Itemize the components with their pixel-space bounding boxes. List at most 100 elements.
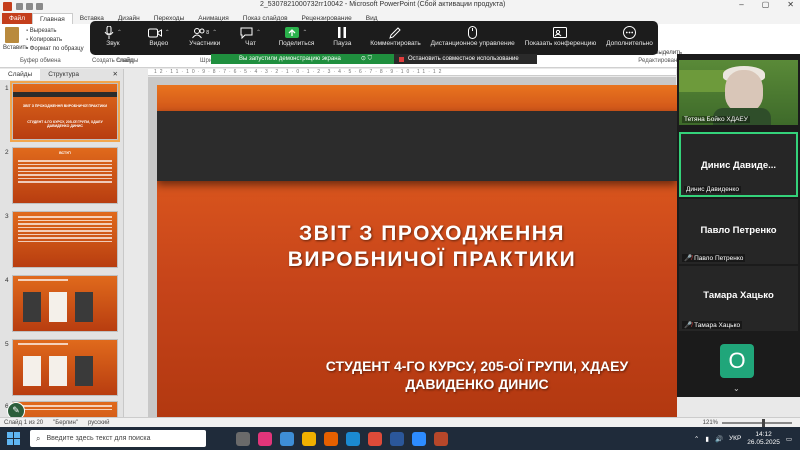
- screen-share-notice: Вы запустили демонстрацию экрана ⊙ ⛉ Ост…: [211, 54, 537, 64]
- muted-mic-icon: 🎤̸: [684, 322, 693, 329]
- video-button[interactable]: ⌃ Видео: [141, 25, 177, 47]
- file-explorer-icon[interactable]: [302, 431, 316, 446]
- sharing-shield-icon: ⊙ ⛉: [360, 56, 373, 62]
- taskbar-search-box[interactable]: ⌕ Введите здесь текст для поиска: [30, 430, 206, 447]
- tab-outline[interactable]: Структура: [40, 69, 87, 80]
- more-icon: [623, 26, 637, 39]
- tray-chevron-icon[interactable]: ⌃: [694, 435, 699, 443]
- paste-button[interactable]: Вставить: [3, 27, 28, 57]
- annotate-button[interactable]: Комментировать: [370, 25, 421, 47]
- annotate-pen-icon: [389, 26, 402, 39]
- volume-icon[interactable]: 🔊: [715, 435, 723, 443]
- slide-thumbnail[interactable]: [12, 401, 118, 417]
- share-button[interactable]: ⌃ Поделиться: [278, 25, 314, 47]
- participant-avatar[interactable]: O: [720, 344, 754, 378]
- current-slide[interactable]: ЗВІТ З ПРОХОДЖЕННЯ ВИРОБНИЧОЇ ПРАКТИКИ С…: [157, 85, 677, 419]
- participant-video-feed: [725, 70, 763, 112]
- slide-counter: Слайд 1 из 20: [4, 419, 44, 426]
- save-icon[interactable]: [16, 2, 23, 10]
- redo-icon[interactable]: [36, 2, 43, 10]
- quick-access-toolbar: [16, 2, 43, 10]
- slide-thumbnail-row[interactable]: 5: [0, 339, 124, 397]
- clipboard-group-label: Буфер обмена: [20, 58, 61, 64]
- zoom-slider[interactable]: [722, 418, 792, 427]
- tab-slides[interactable]: Слайды: [0, 69, 41, 80]
- maximize-button[interactable]: ▢: [762, 0, 770, 9]
- app-icon[interactable]: [258, 431, 272, 446]
- participant-tile[interactable]: Тамара Хацько 🎤̸ Тамара Хацько: [679, 266, 798, 331]
- clipboard-icon: [5, 27, 19, 43]
- task-view-icon[interactable]: [236, 431, 250, 446]
- participants-icon: [192, 27, 205, 38]
- show-meeting-icon: [553, 27, 568, 38]
- video-camera-icon: [147, 28, 162, 37]
- language-indicator[interactable]: русский: [88, 420, 110, 426]
- slide-thumbnail[interactable]: [12, 339, 118, 396]
- audio-button[interactable]: ⌃ Звук: [95, 25, 131, 47]
- participant-tile-active[interactable]: Динис Давиде... Динис Давиденко: [679, 132, 798, 197]
- muted-mic-icon: 🎤̸: [684, 255, 693, 262]
- pause-icon: [338, 27, 347, 38]
- stop-share-button[interactable]: Остановить совместное использование: [394, 54, 537, 64]
- search-icon: ⌕: [36, 433, 41, 443]
- chat-button[interactable]: ⌃ Чат: [233, 25, 269, 47]
- title-bar: 2_5307821000732гг10042 - Microsoft Power…: [0, 0, 800, 12]
- firefox-icon[interactable]: [324, 431, 338, 446]
- chrome-icon[interactable]: [368, 431, 382, 446]
- tab-file[interactable]: Файл: [2, 13, 32, 24]
- pause-share-button[interactable]: Пауза: [324, 25, 360, 47]
- powerpoint-app-icon[interactable]: [3, 1, 12, 11]
- slide-thumbnail[interactable]: ЗВІТ З ПРОХОДЖЕННЯ ВИРОБНИЧОЇ ПРАКТИКИ С…: [10, 81, 120, 142]
- windows-start-icon[interactable]: [4, 430, 22, 448]
- close-button[interactable]: ✕: [787, 0, 794, 9]
- system-tray: ⌃ ▮ 🔊 УКР 14:12 26.05.2025 ▭: [694, 431, 800, 447]
- show-meeting-button[interactable]: Показать конференцию: [525, 25, 596, 47]
- powerpoint-taskbar-icon[interactable]: [434, 431, 448, 446]
- zoom-control: 121%: [703, 418, 792, 427]
- slides-group-label: Слайды: [116, 58, 139, 64]
- slide-thumbnail-row[interactable]: 1 ЗВІТ З ПРОХОДЖЕННЯ ВИРОБНИЧОЇ ПРАКТИКИ…: [0, 81, 124, 142]
- slide-thumbnail-row[interactable]: 2 ВСТУП: [0, 147, 124, 205]
- slide-thumbnail-row[interactable]: 4: [0, 275, 124, 333]
- close-panel-icon[interactable]: ✕: [108, 69, 123, 80]
- participant-video-tile[interactable]: Тетяна Бойко ХДАЕУ: [679, 60, 798, 125]
- remote-control-button[interactable]: Дистанционное управление: [431, 25, 515, 47]
- keyboard-language[interactable]: УКР: [729, 435, 741, 442]
- tab-home[interactable]: Главная: [31, 13, 73, 24]
- windows-taskbar: ⌕ Введите здесь текст для поиска ⌃ ▮ 🔊 У…: [0, 427, 800, 450]
- slide-thumbnail-row[interactable]: 3: [0, 211, 124, 269]
- window-title: 2_5307821000732гг10042 - Microsoft Power…: [260, 1, 506, 8]
- status-bar: Слайд 1 из 20 "Берлин" русский 121%: [0, 417, 800, 427]
- app-icon[interactable]: [280, 431, 294, 446]
- edge-icon[interactable]: [346, 431, 360, 446]
- slide-title[interactable]: ЗВІТ З ПРОХОДЖЕННЯ ВИРОБНИЧОЇ ПРАКТИКИ: [157, 221, 677, 273]
- sharing-status-text: Вы запустили демонстрацию экрана: [239, 56, 341, 62]
- notifications-icon[interactable]: ▭: [786, 435, 792, 443]
- slide-subtitle[interactable]: СТУДЕНТ 4-ГО КУРСУ, 205-ОЇ ГРУПИ, ХДАЕУ …: [157, 357, 677, 393]
- word-icon[interactable]: [390, 431, 404, 446]
- slide-thumbnail[interactable]: [12, 275, 118, 332]
- network-icon[interactable]: ▮: [705, 435, 709, 443]
- theme-name: "Берлин": [53, 419, 78, 426]
- undo-icon[interactable]: [26, 2, 33, 10]
- clock[interactable]: 14:12 26.05.2025: [747, 431, 780, 447]
- slides-panel: Слайды Структура ✕ 1 ЗВІТ З ПРОХОДЖЕННЯ …: [0, 69, 124, 417]
- participants-button[interactable]: 8 ⌃ Участники: [187, 25, 223, 47]
- slide-thumbnail[interactable]: [12, 211, 118, 268]
- slide-editing-area: ЗВІТ З ПРОХОДЖЕННЯ ВИРОБНИЧОЇ ПРАКТИКИ С…: [148, 77, 677, 419]
- remote-control-mouse-icon: [468, 26, 478, 39]
- scroll-down-icon[interactable]: ⌄: [733, 384, 740, 393]
- more-button[interactable]: Дополнительно: [606, 25, 653, 47]
- cut-button[interactable]: Вырезать: [26, 28, 84, 34]
- format-painter-button[interactable]: Формат по образцу: [26, 46, 84, 52]
- participant-tile[interactable]: Павло Петренко 🎤̸ Павло Петренко: [679, 199, 798, 264]
- copy-button[interactable]: Копировать: [26, 37, 84, 43]
- slide-thumbnail[interactable]: ВСТУП: [12, 147, 118, 204]
- minimize-button[interactable]: –: [739, 0, 743, 9]
- zoom-level[interactable]: 121%: [703, 420, 718, 426]
- horizontal-ruler: 12·11·10·9·8·7·6·5·4·3·2·1·0·1·2·3·4·5·6…: [148, 69, 676, 76]
- zoom-app-icon[interactable]: [412, 431, 426, 446]
- participants-count: 8: [206, 29, 210, 36]
- share-screen-icon: [285, 27, 300, 38]
- zoom-meeting-toolbar: ⌃ Звук ⌃ Видео 8 ⌃ Участники ⌃ Чат ⌃ Поде…: [90, 21, 658, 55]
